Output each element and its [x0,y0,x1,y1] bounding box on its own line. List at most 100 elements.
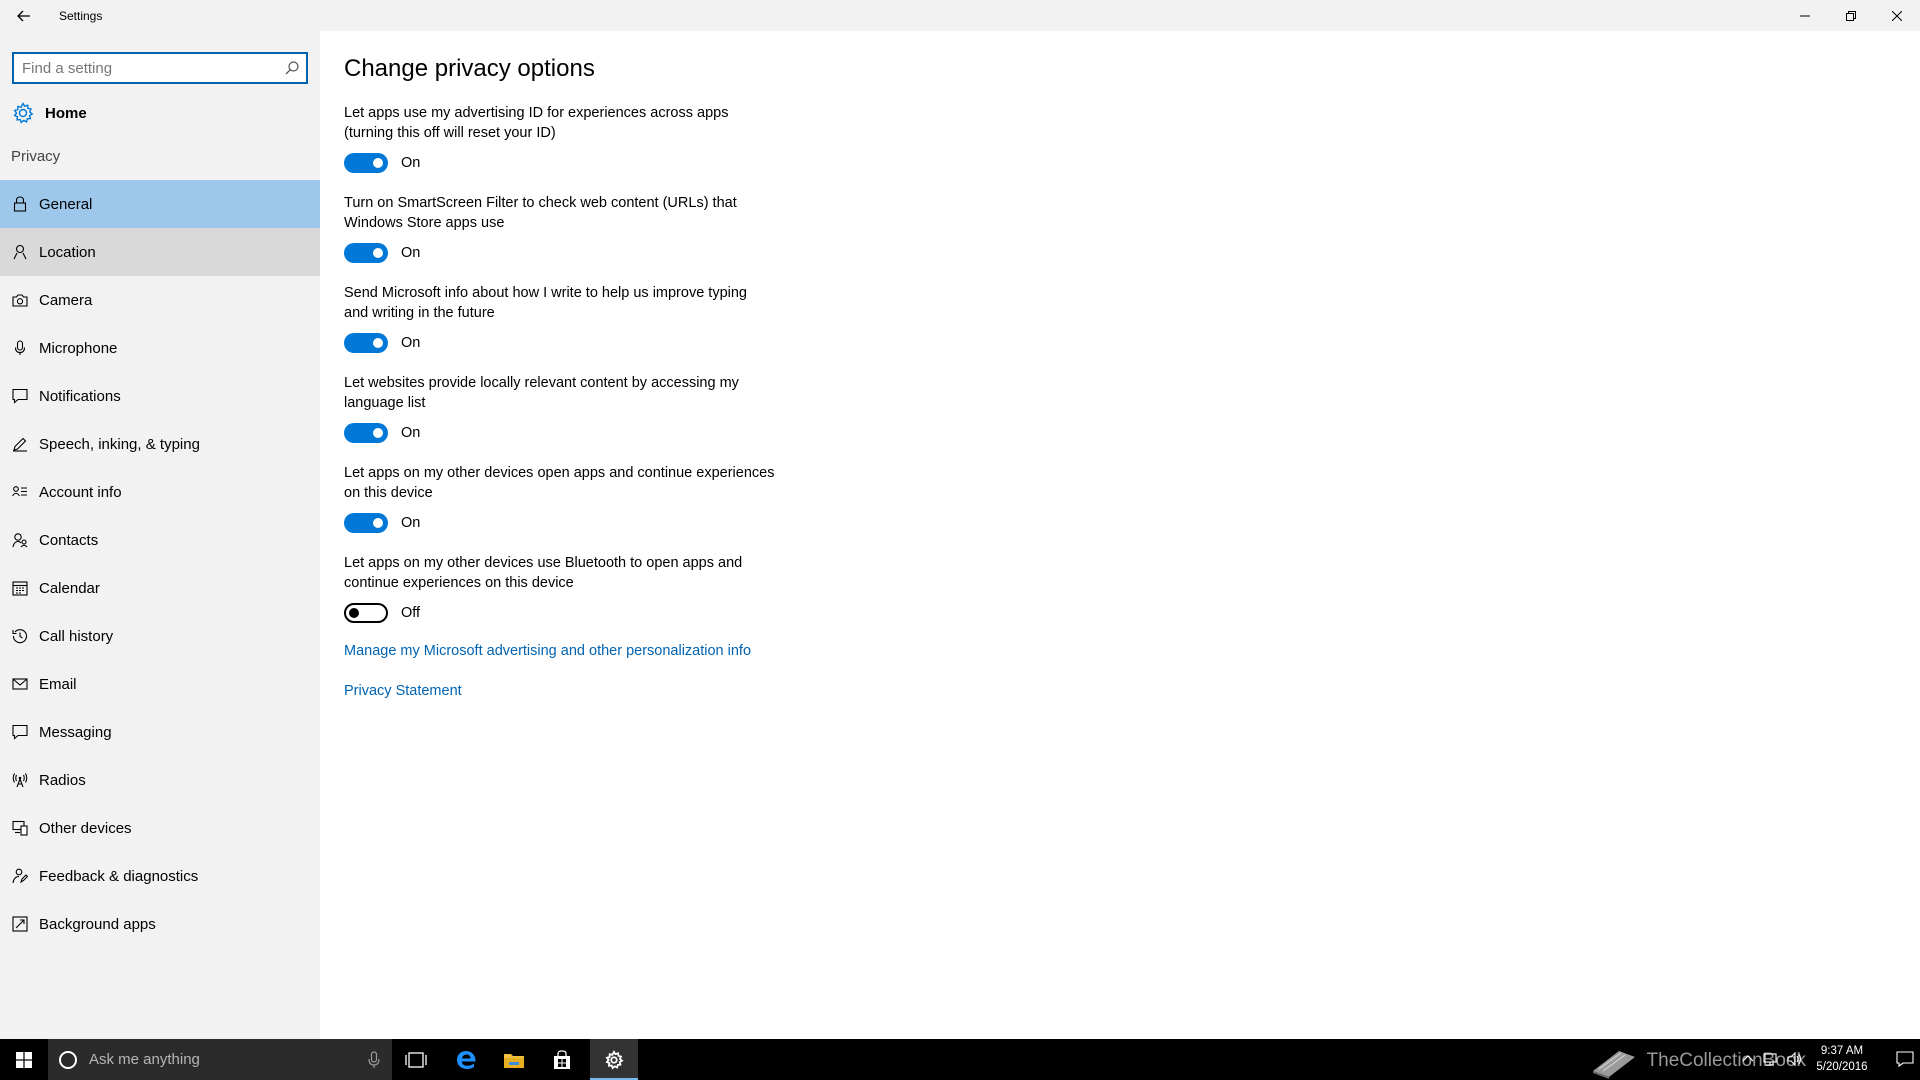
sidebar-item-contacts[interactable]: Contacts [0,516,320,564]
setting-description: Let websites provide locally relevant co… [344,373,804,413]
search-icon[interactable] [285,61,299,75]
setting-description: Let apps on my other devices use Bluetoo… [344,553,804,593]
sidebar-item-email[interactable]: Email [0,660,320,708]
network-icon[interactable] [1762,1051,1778,1067]
file-explorer-button[interactable] [490,1039,538,1080]
sidebar-item-other-devices[interactable]: Other devices [0,804,320,852]
manage-advertising-link[interactable]: Manage my Microsoft advertising and othe… [344,643,751,659]
toggle-state-label: Off [401,605,421,621]
minimize-button[interactable] [1782,0,1828,31]
task-view-button[interactable] [392,1039,440,1080]
privacy-setting: Let apps on my other devices open apps a… [344,463,804,533]
setting-description-line: Send Microsoft info about how I write to… [344,285,747,301]
minimize-icon [1800,15,1810,16]
sidebar-item-label: Location [39,243,96,261]
volume-icon[interactable] [1786,1051,1804,1067]
taskbar: Ask me anything TheCollectionBook 9:37 A… [0,1039,1920,1080]
microphone-icon[interactable] [368,1051,380,1069]
sidebar: Home Privacy General Location Camera Microp… [0,31,320,1039]
sidebar-item-feedback-diagnostics[interactable]: Feedback & diagnostics [0,852,320,900]
home-nav-item[interactable]: Home [0,93,320,133]
cortana-search-box[interactable]: Ask me anything [48,1039,392,1080]
sidebar-item-account-info[interactable]: Account info [0,468,320,516]
sidebar-item-messaging[interactable]: Messaging [0,708,320,756]
gear-icon [13,102,34,124]
search-box[interactable] [12,52,308,84]
sidebar-item-speech-inking-typing[interactable]: Speech, inking, & typing [0,420,320,468]
privacy-setting: Let websites provide locally relevant co… [344,373,804,443]
toggle-knob [373,338,383,348]
toggle-switch[interactable] [344,603,388,623]
privacy-section-label: Privacy [11,148,61,165]
restore-button[interactable] [1828,0,1874,31]
microphone-icon [12,340,28,356]
sidebar-item-microphone[interactable]: Microphone [0,324,320,372]
camera-icon [12,292,28,308]
sidebar-item-label: Messaging [39,723,112,741]
location-icon [12,244,28,260]
store-button[interactable] [538,1039,586,1080]
sidebar-item-camera[interactable]: Camera [0,276,320,324]
action-center-button[interactable] [1896,1050,1914,1073]
sidebar-item-label: Calendar [39,579,100,597]
setting-description-line: (turning this off will reset your ID) [344,125,556,141]
speech-icon [12,436,28,452]
sidebar-item-general[interactable]: General [0,180,320,228]
book-logo-icon [1592,1050,1635,1079]
sidebar-item-label: Background apps [39,915,156,933]
back-button[interactable] [0,0,48,31]
task-view-icon [405,1051,427,1068]
toggle-row: On [344,333,804,353]
sidebar-item-notifications[interactable]: Notifications [0,372,320,420]
toggle-row: On [344,153,804,173]
sidebar-item-call-history[interactable]: Call history [0,612,320,660]
settings-gear-icon [605,1049,624,1070]
windows-logo-icon [16,1051,32,1068]
back-arrow-icon [17,10,30,21]
toggle-switch[interactable] [344,153,388,173]
toggle-switch[interactable] [344,333,388,353]
setting-description: Let apps use my advertising ID for exper… [344,103,804,143]
sidebar-item-label: Contacts [39,531,99,549]
setting-description-line: continue experiences on this device [344,575,574,591]
toggle-row: On [344,243,804,263]
setting-description-line: language list [344,395,426,411]
toggle-knob [349,608,359,618]
toggle-switch[interactable] [344,423,388,443]
sidebar-item-label: Email [39,675,77,693]
toggle-knob [373,518,383,528]
home-label: Home [45,104,87,122]
privacy-statement-link[interactable]: Privacy Statement [344,683,462,699]
sidebar-item-calendar[interactable]: Calendar [0,564,320,612]
settings-taskbar-button[interactable] [590,1039,638,1080]
setting-description-line: and writing in the future [344,305,495,321]
toggle-knob [373,248,383,258]
clock[interactable]: 9:37 AM 5/20/2016 [1812,1043,1872,1075]
radios-icon [12,772,28,788]
sidebar-item-radios[interactable]: Radios [0,756,320,804]
start-button[interactable] [0,1039,48,1080]
cortana-icon [59,1050,77,1069]
search-input[interactable] [14,54,306,82]
edge-button[interactable] [442,1039,490,1080]
toggle-switch[interactable] [344,513,388,533]
setting-description-line: on this device [344,485,433,501]
sidebar-item-background-apps[interactable]: Background apps [0,900,320,948]
close-icon [1892,10,1902,21]
toggle-row: On [344,513,804,533]
toggle-state-label: On [401,425,421,441]
close-button[interactable] [1874,0,1920,31]
lock-icon [12,196,28,212]
chevron-up-icon[interactable] [1742,1051,1754,1067]
privacy-setting: Let apps on my other devices use Bluetoo… [344,553,804,623]
sidebar-item-label: Account info [39,483,122,501]
other-devices-icon [12,820,28,836]
sidebar-item-location[interactable]: Location [0,228,320,276]
sidebar-item-label: Notifications [39,387,121,405]
action-center-icon [1896,1051,1914,1068]
toggle-switch[interactable] [344,243,388,263]
feedback-icon [12,868,28,884]
setting-description-line: Let apps use my advertising ID for exper… [344,105,729,121]
clock-time: 9:37 AM [1820,1045,1864,1057]
sidebar-item-label: Radios [39,771,86,789]
